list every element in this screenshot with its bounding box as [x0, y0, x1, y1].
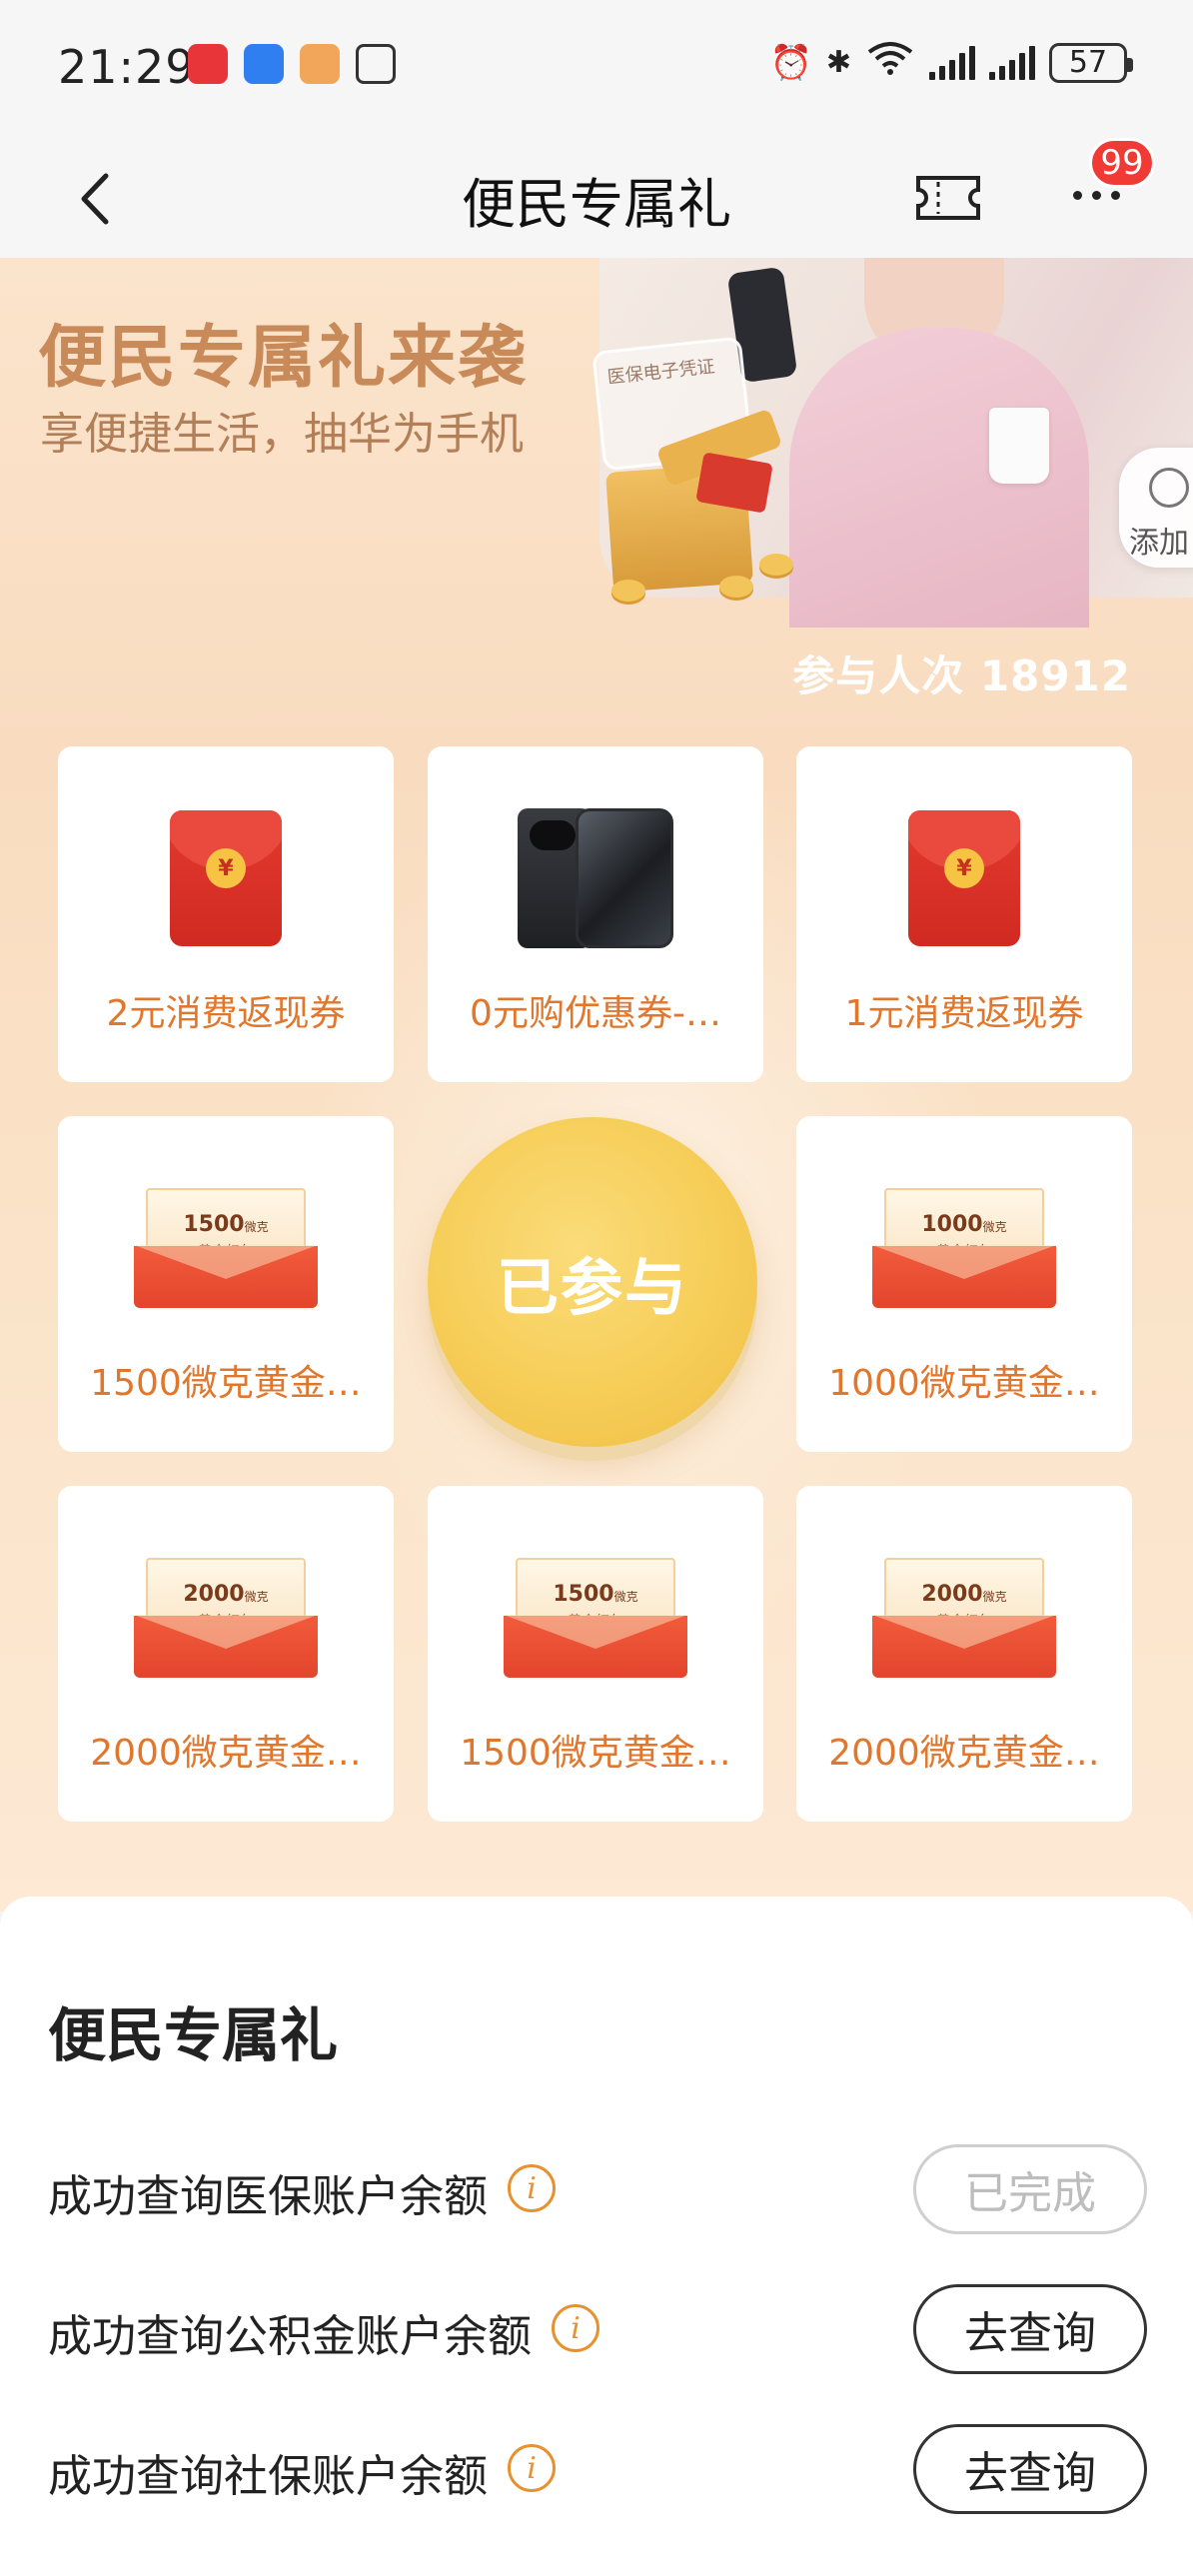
draw-button-label: 已参与	[496, 1251, 688, 1324]
notification-badge: 99	[1089, 138, 1155, 188]
info-icon[interactable]: i	[508, 2444, 556, 2492]
task-panel: 便民专属礼 成功查询医保账户余额 i 已完成 成功查询公积金账户余额 i 去查询…	[0, 1897, 1193, 2576]
prize-label: 1元消费返现券	[844, 993, 1084, 1034]
task-label: 成功查询公积金账户余额	[48, 2311, 532, 2362]
status-app-icons	[188, 44, 396, 84]
more-dot-icon	[1110, 190, 1120, 200]
battery-indicator: 57	[1049, 42, 1133, 83]
coin-icon	[719, 576, 753, 598]
coin-icon	[611, 580, 645, 602]
query-button[interactable]: 去查询	[913, 2424, 1147, 2514]
status-time: 21:29	[58, 40, 196, 94]
signal-icon	[989, 45, 1035, 80]
notification-app-icon	[188, 44, 228, 84]
task-done-button[interactable]: 已完成	[913, 2144, 1147, 2234]
red-envelope-icon: ¥	[908, 810, 1020, 946]
nav-bar: 便民专属礼	[0, 140, 1193, 258]
clock-icon	[1149, 468, 1189, 508]
prize-card: ¥ 1元消费返现券	[796, 746, 1132, 1082]
nfc-icon	[356, 44, 396, 84]
status-bar: 21:29 ⏰ ✱ 57	[0, 0, 1193, 140]
prize-label: 2000微克黄金…	[828, 1733, 1100, 1774]
hero-subtitle: 享便捷生活，抽华为手机	[40, 409, 524, 460]
prize-label: 2元消费返现券	[106, 993, 346, 1034]
hero-title: 便民专属礼来袭	[38, 319, 529, 398]
task-label: 成功查询社保账户余额	[48, 2451, 488, 2502]
prize-card: ¥ 2元消费返现券	[58, 746, 394, 1082]
notification-app-icon	[300, 44, 340, 84]
prize-label: 1500微克黄金…	[460, 1733, 731, 1774]
task-row: 成功查询社保账户余额 i 去查询	[48, 2424, 1147, 2514]
info-icon[interactable]: i	[552, 2304, 599, 2352]
gold-envelope-icon: 2000微克黄金红包	[134, 1558, 318, 1678]
page-title: 便民专属礼	[462, 173, 731, 236]
participant-count: 参与人次 18912	[792, 651, 1131, 700]
red-envelope-icon: ¥	[170, 810, 282, 946]
more-dot-icon	[1091, 190, 1101, 200]
draw-button[interactable]: 已参与	[428, 1117, 757, 1447]
prize-card: 2000微克黄金红包 2000微克黄金…	[58, 1486, 394, 1822]
prize-card: 2000微克黄金红包 2000微克黄金…	[796, 1486, 1132, 1822]
alarm-icon: ⏰	[769, 42, 812, 83]
card-text: 医保电子凭证	[605, 356, 716, 389]
task-row: 成功查询公积金账户余额 i 去查询	[48, 2284, 1147, 2374]
notification-app-icon	[244, 44, 284, 84]
coin-icon	[759, 554, 793, 576]
prize-card: 1500微克黄金红包 1500微克黄金…	[428, 1486, 763, 1822]
wifi-icon	[865, 40, 915, 85]
gold-envelope-icon: 1500微克黄金红包	[504, 1558, 687, 1678]
query-button[interactable]: 去查询	[913, 2284, 1147, 2374]
bluetooth-icon: ✱	[825, 45, 851, 80]
prize-label: 1500微克黄金…	[90, 1363, 362, 1404]
task-label: 成功查询医保账户余额	[48, 2171, 488, 2222]
prize-label: 0元购优惠券-…	[470, 993, 721, 1034]
add-label: 添加	[1129, 526, 1189, 561]
status-right: ⏰ ✱ 57	[769, 40, 1133, 85]
banner-cup	[989, 408, 1049, 484]
signal-icon	[929, 45, 975, 80]
prize-card: 1500微克黄金红包 1500微克黄金…	[58, 1116, 394, 1452]
task-panel-title: 便民专属礼	[48, 2001, 339, 2069]
huawei-phone-image	[518, 808, 673, 948]
gold-envelope-icon: 1500微克黄金红包	[134, 1188, 318, 1308]
ticket-icon	[916, 176, 980, 220]
prize-card: 0元购优惠券-…	[428, 746, 763, 1082]
add-to-desktop-button[interactable]: 添加	[1119, 448, 1193, 568]
prize-label: 1000微克黄金…	[828, 1363, 1100, 1404]
gold-envelope-icon: 2000微克黄金红包	[872, 1558, 1056, 1678]
prize-label: 2000微克黄金…	[90, 1733, 362, 1774]
ticket-button[interactable]	[914, 166, 982, 230]
prize-card: 1000微克黄金红包 1000微克黄金…	[796, 1116, 1132, 1452]
gold-envelope-icon: 1000微克黄金红包	[872, 1188, 1056, 1308]
info-icon[interactable]: i	[508, 2164, 556, 2212]
more-dot-icon	[1072, 190, 1082, 200]
task-row: 成功查询医保账户余额 i 已完成	[48, 2144, 1147, 2234]
